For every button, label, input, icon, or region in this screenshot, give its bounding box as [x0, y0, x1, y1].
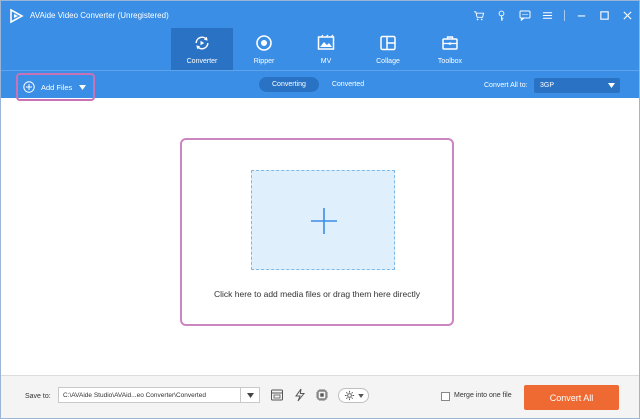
save-to-label: Save to: [25, 393, 51, 400]
save-path-dropdown[interactable] [241, 387, 260, 403]
add-circle-icon [23, 81, 35, 93]
tab-converted[interactable]: Converted [319, 77, 377, 92]
tab-mv-label: MV [320, 58, 332, 65]
close-icon[interactable] [620, 8, 635, 23]
merge-label: Merge into one file [454, 392, 512, 399]
toolbox-icon [442, 36, 458, 50]
footer-bar: Save to: C:\AVAide Studio\AVAid...eo Con… [1, 375, 639, 418]
plus-icon [311, 208, 337, 234]
output-format-value: 3GP [540, 82, 555, 89]
conversion-status-tabs: Converting Converted [259, 77, 377, 92]
chevron-down-icon[interactable] [79, 84, 87, 90]
chevron-down-icon [608, 83, 615, 88]
mv-icon [317, 34, 335, 50]
media-drop-area[interactable]: Click here to add media files or drag th… [180, 138, 454, 326]
minimize-icon[interactable] [574, 8, 589, 23]
converter-toolbar: Add Files Converting Converted Convert A… [1, 70, 639, 101]
save-path-field[interactable]: C:\AVAide Studio\AVAid...eo Converter\Co… [58, 387, 241, 403]
open-folder-icon[interactable] [269, 387, 285, 403]
tab-ripper-label: Ripper [253, 58, 275, 65]
maximize-icon[interactable] [597, 8, 612, 23]
tab-mv[interactable]: MV [295, 28, 357, 70]
merge-checkbox[interactable] [441, 392, 450, 401]
main-nav: Converter Ripper MV Collage Toolbox [171, 28, 481, 70]
feedback-icon[interactable] [517, 8, 532, 23]
converter-icon [195, 36, 209, 50]
add-media-box[interactable] [251, 170, 395, 270]
save-path-value: C:\AVAide Studio\AVAid...eo Converter\Co… [63, 391, 206, 399]
collage-icon [380, 35, 396, 51]
tab-toolbox-label: Toolbox [437, 58, 463, 65]
gpu-acceleration-icon[interactable] [314, 387, 330, 403]
convert-all-button[interactable]: Convert All [524, 385, 619, 410]
cart-icon[interactable] [471, 8, 486, 23]
tab-converter-label: Converter [186, 58, 218, 65]
convert-all-label: Convert All to: [484, 82, 528, 89]
title-separator [564, 10, 565, 21]
tab-converting[interactable]: Converting [259, 77, 319, 92]
key-icon[interactable] [494, 8, 509, 23]
ripper-icon [256, 35, 272, 51]
menu-icon[interactable] [540, 8, 555, 23]
window-title: AVAide Video Converter (Unregistered) [30, 11, 169, 20]
app-logo-icon [10, 8, 24, 24]
settings-button[interactable] [338, 388, 369, 403]
gear-icon [344, 390, 354, 401]
add-files-button[interactable]: Add Files [16, 73, 95, 101]
tab-collage[interactable]: Collage [357, 28, 419, 70]
drop-hint-text: Click here to add media files or drag th… [214, 289, 420, 299]
tab-collage-label: Collage [376, 58, 400, 65]
hardware-acceleration-icon[interactable] [292, 387, 308, 403]
tab-converter[interactable]: Converter [171, 28, 233, 70]
app-window: AVAide Video Converter (Unregistered) Co… [0, 0, 640, 419]
chevron-down-icon [246, 392, 254, 398]
tab-toolbox[interactable]: Toolbox [419, 28, 481, 70]
window-controls [471, 8, 635, 23]
output-format-select[interactable]: 3GP [534, 78, 620, 93]
chevron-down-icon [357, 393, 364, 398]
title-bar: AVAide Video Converter (Unregistered) Co… [1, 1, 639, 70]
tab-ripper[interactable]: Ripper [233, 28, 295, 70]
add-files-label: Add Files [41, 82, 73, 92]
